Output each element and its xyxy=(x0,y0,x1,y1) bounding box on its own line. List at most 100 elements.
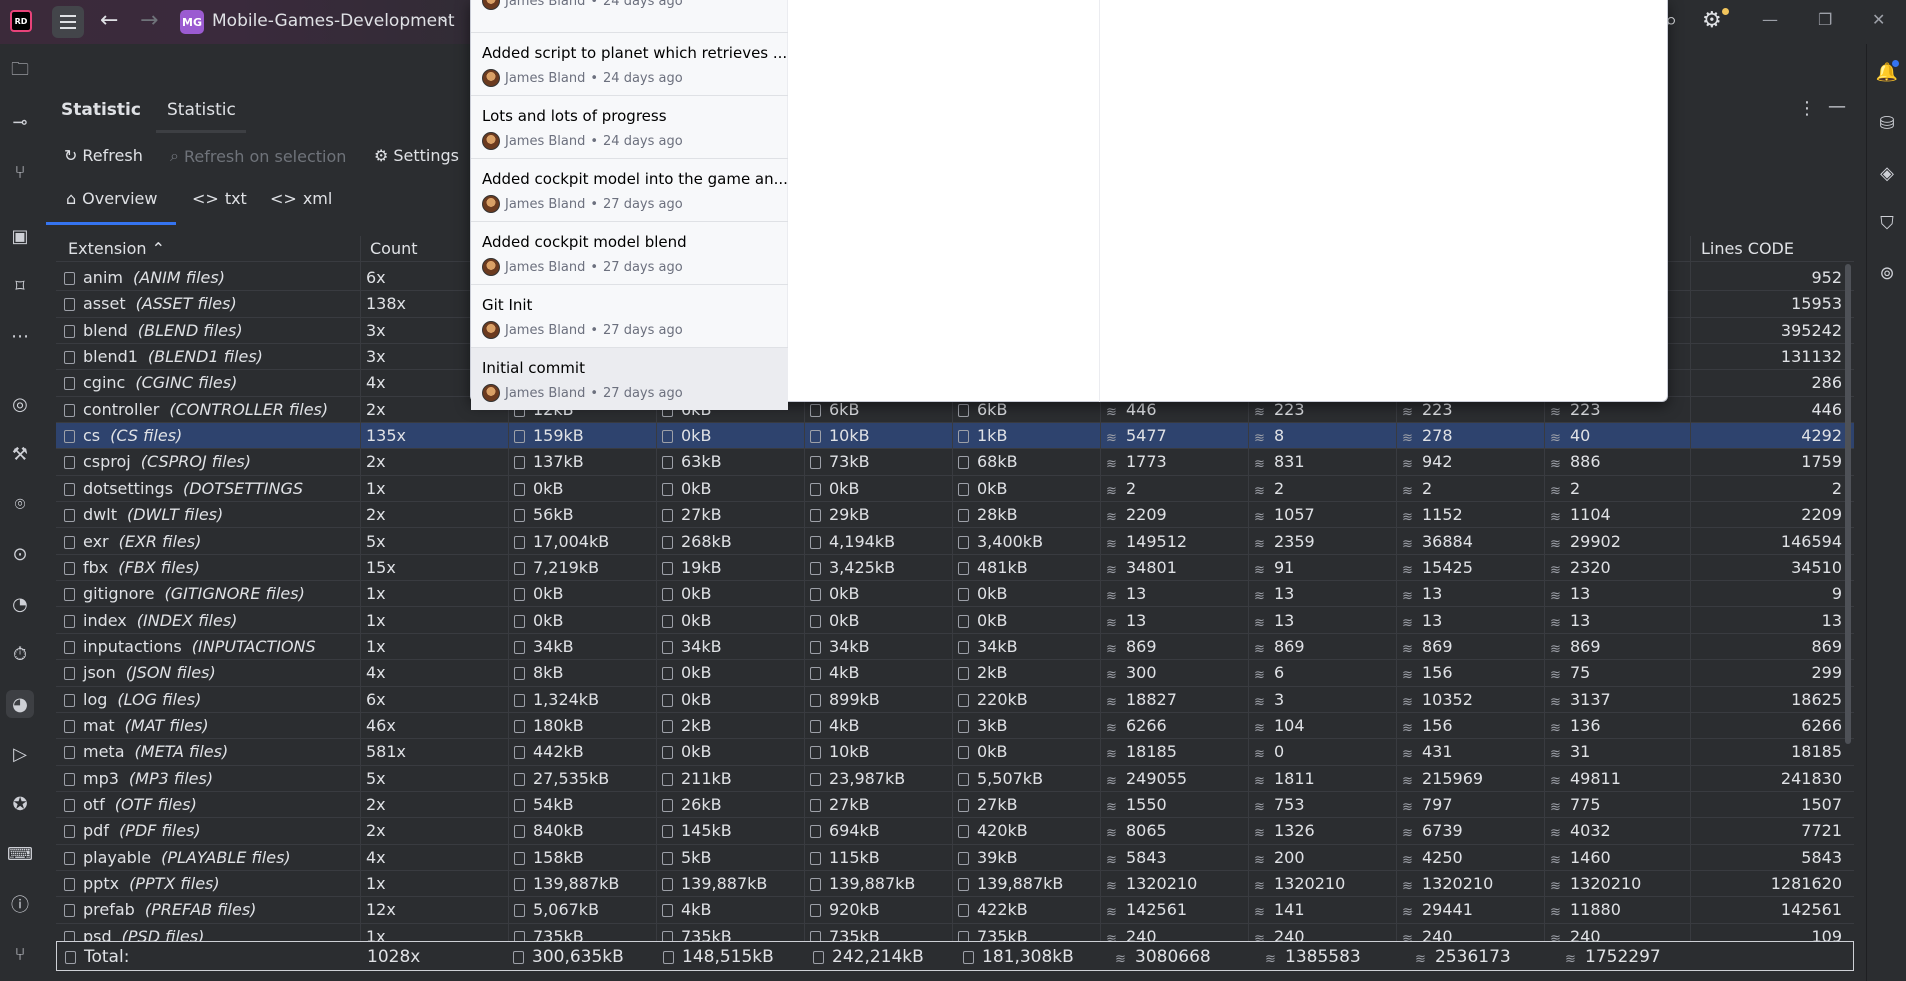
size-cell: 211kB xyxy=(662,769,732,788)
table-row[interactable]: json (JSON files) 4x 8kB 0kB 4kB 2kB ≋ 300 ≋ 6 ≋ 156… xyxy=(56,660,1854,687)
services-icon[interactable]: ◎ xyxy=(6,390,34,418)
table-row[interactable]: meta (META files) 581x 442kB 0kB 10kB 0kB ≋ 1818… xyxy=(56,739,1854,766)
terminal-icon[interactable]: ⌨ xyxy=(6,840,34,868)
main-menu-button[interactable] xyxy=(52,6,84,38)
lines-code-cell: 446 xyxy=(1811,399,1842,419)
commit-item[interactable]: Git Init James Bland • 27 days ago xyxy=(471,285,788,347)
forward-arrow-icon[interactable]: → xyxy=(140,8,158,33)
table-row[interactable]: log (LOG files) 6x 1,324kB 0kB 899kB 220kB ≋ 188… xyxy=(56,687,1854,713)
endpoints-icon[interactable]: ⊚ xyxy=(1874,260,1900,286)
commit-item[interactable]: Added cockpit model into the game an... J… xyxy=(471,159,788,221)
size-cell: 0kB xyxy=(810,479,859,498)
stack-icon: ≋ xyxy=(1106,510,1117,525)
stack-icon: ≋ xyxy=(1550,852,1561,867)
commit-item[interactable]: James Bland • 24 days ago xyxy=(471,0,788,18)
pull-request-icon[interactable]: ⑂ xyxy=(6,158,34,186)
more-icon[interactable]: ⋯ xyxy=(6,322,34,350)
table-row[interactable]: cs (CS files) 135x 159kB 0kB 10kB 1kB ≋ 5477 ≋ 8 ≋ 2… xyxy=(56,423,1854,450)
size-cell: 0kB xyxy=(958,611,1007,630)
back-arrow-icon[interactable]: ← xyxy=(100,8,118,33)
table-row[interactable]: pptx (PPTX files) 1x 139,887kB 139,887kB 139,… xyxy=(56,871,1854,898)
subtab-xml[interactable]: <> xml xyxy=(270,189,332,208)
app-logo-icon[interactable]: RD xyxy=(10,10,32,32)
table-row[interactable]: index (INDEX files) 1x 0kB 0kB 0kB 0kB ≋ 13 ≋ 13 ≋ 1… xyxy=(56,608,1854,634)
maximize-window-icon[interactable]: ❐ xyxy=(1818,10,1832,29)
subtab-txt[interactable]: <> txt xyxy=(192,189,247,208)
kebab-menu-icon[interactable]: ⋮ xyxy=(1798,98,1816,119)
refresh-button[interactable]: ↻ Refresh xyxy=(64,146,143,165)
table-row[interactable]: mat (MAT files) 46x 180kB 2kB 4kB 3kB ≋ 6266 ≋ 104… xyxy=(56,713,1854,740)
table-row[interactable]: prefab (PREFAB files) 12x 5,067kB 4kB 920kB 42… xyxy=(56,897,1854,924)
close-window-icon[interactable]: ✕ xyxy=(1872,10,1885,29)
bookmark-icon[interactable]: ⌑ xyxy=(6,272,34,300)
lines-code-cell: 869 xyxy=(1811,636,1842,656)
size-cell: 27kB xyxy=(662,505,722,524)
commit-title: Added script to planet which retrieves .… xyxy=(482,44,788,62)
column-header-lines-code[interactable]: Lines CODE xyxy=(1701,239,1794,258)
structure-icon[interactable]: ▣ xyxy=(6,222,34,250)
security-icon[interactable]: ⛉ xyxy=(1874,210,1900,236)
hide-window-icon[interactable]: — xyxy=(1828,96,1846,117)
extension-description: (DWLT files) xyxy=(126,505,224,525)
subtab-overview[interactable]: ⌂ Overview xyxy=(66,189,157,208)
notifications-icon[interactable]: 🔔 xyxy=(1874,59,1900,85)
column-header-extension[interactable]: Extension ⌃ xyxy=(68,239,165,258)
extension-name: mat xyxy=(83,715,115,735)
build-icon[interactable]: ⚒ xyxy=(6,440,34,468)
file-icon xyxy=(64,561,75,575)
file-icon xyxy=(662,588,673,602)
commit-icon[interactable]: ⊸ xyxy=(6,108,34,136)
commit-item[interactable]: Initial commit James Bland • 27 days ago xyxy=(471,348,788,410)
extension-cell: log (LOG files) xyxy=(64,690,354,709)
unit-tests-icon[interactable]: ⌾ xyxy=(6,490,34,518)
project-badge[interactable]: MG xyxy=(180,10,204,34)
settings-button[interactable]: ⚙ Settings xyxy=(374,146,459,165)
timer-icon[interactable]: ⏱ xyxy=(6,640,34,668)
count-cell: 2x xyxy=(366,399,386,419)
table-row[interactable]: dotsettings (DOTSETTINGS 1x 0kB 0kB 0kB 0kB ≋ 2 ≋… xyxy=(56,476,1854,503)
table-row[interactable]: fbx (FBX files) 15x 7,219kB 19kB 3,425kB 481kB… xyxy=(56,555,1854,582)
table-row[interactable]: exr (EXR files) 5x 17,004kB 268kB 4,194kB 3,40… xyxy=(56,529,1854,555)
extension-cell: index (INDEX files) xyxy=(64,611,354,630)
gear-icon[interactable]: ⚙ xyxy=(1702,8,1722,33)
table-row[interactable]: inputactions (INPUTACTIONS 1x 34kB 34kB 34kB 3… xyxy=(56,634,1854,661)
database-icon[interactable]: ⛁ xyxy=(1874,110,1900,136)
size-cell: 5,067kB xyxy=(514,900,599,919)
project-name[interactable]: Mobile-Games-Development xyxy=(212,11,455,31)
minimize-window-icon[interactable]: — xyxy=(1762,10,1778,29)
table-row[interactable]: dwlt (DWLT files) 2x 56kB 27kB 29kB 28kB ≋ 2209 ≋… xyxy=(56,502,1854,529)
refresh-on-selection-button[interactable]: ⌕ Refresh on selection xyxy=(170,146,346,166)
commit-item[interactable]: Added cockpit model blend James Bland • 27 … xyxy=(471,222,788,284)
table-row[interactable]: mp3 (MP3 files) 5x 27,535kB 211kB 23,987kB 5,5… xyxy=(56,766,1854,792)
file-icon xyxy=(662,640,673,654)
unity-icon[interactable]: ✪ xyxy=(6,790,34,818)
problems-icon[interactable]: ⓘ xyxy=(6,890,34,918)
git-icon[interactable]: ⑂ xyxy=(6,940,34,968)
lines-cell: ≋ 753 xyxy=(1254,795,1305,814)
commit-item[interactable]: Added script to planet which retrieves .… xyxy=(471,33,788,95)
statistic-icon[interactable]: ◕ xyxy=(6,690,34,718)
extension-description: (OTF files) xyxy=(114,795,197,814)
nuget-icon[interactable]: ◈ xyxy=(1874,160,1900,186)
debug-icon[interactable]: ⊙ xyxy=(6,540,34,568)
folder-icon[interactable]: 🗀 xyxy=(6,58,34,86)
run-icon[interactable]: ▷ xyxy=(6,740,34,768)
table-scrollbar[interactable] xyxy=(1845,264,1851,744)
table-row[interactable]: playable (PLAYABLE files) 4x 158kB 5kB 115kB 3… xyxy=(56,845,1854,871)
stack-icon: ≋ xyxy=(1254,720,1265,735)
lines-cell: ≋ 278 xyxy=(1402,426,1453,446)
size-cell: 7,219kB xyxy=(514,558,599,577)
table-row[interactable]: pdf (PDF files) 2x 840kB 145kB 694kB 420kB ≋ 806… xyxy=(56,818,1854,845)
tool-window-title: Statistic xyxy=(61,100,141,120)
commit-item[interactable]: Lots and lots of progress James Bland • 24 … xyxy=(471,96,788,158)
stack-icon: ≋ xyxy=(1550,483,1561,498)
chevron-down-icon[interactable]: ⌄ xyxy=(438,10,450,26)
table-row[interactable]: gitignore (GITIGNORE files) 1x 0kB 0kB 0kB 0kB… xyxy=(56,581,1854,608)
tab-statistic[interactable]: Statistic xyxy=(167,100,236,120)
column-header-count[interactable]: Count xyxy=(370,239,418,258)
commit-list: James Bland • 24 days ago Added script to p… xyxy=(471,0,788,410)
table-row[interactable]: otf (OTF files) 2x 54kB 26kB 27kB 27kB ≋ 1550 ≋ 75… xyxy=(56,792,1854,819)
lines-cell: ≋ 869 xyxy=(1254,636,1305,656)
table-row[interactable]: csproj (CSPROJ files) 2x 137kB 63kB 73kB 68kB ≋… xyxy=(56,449,1854,476)
profiler-icon[interactable]: ◔ xyxy=(6,590,34,618)
